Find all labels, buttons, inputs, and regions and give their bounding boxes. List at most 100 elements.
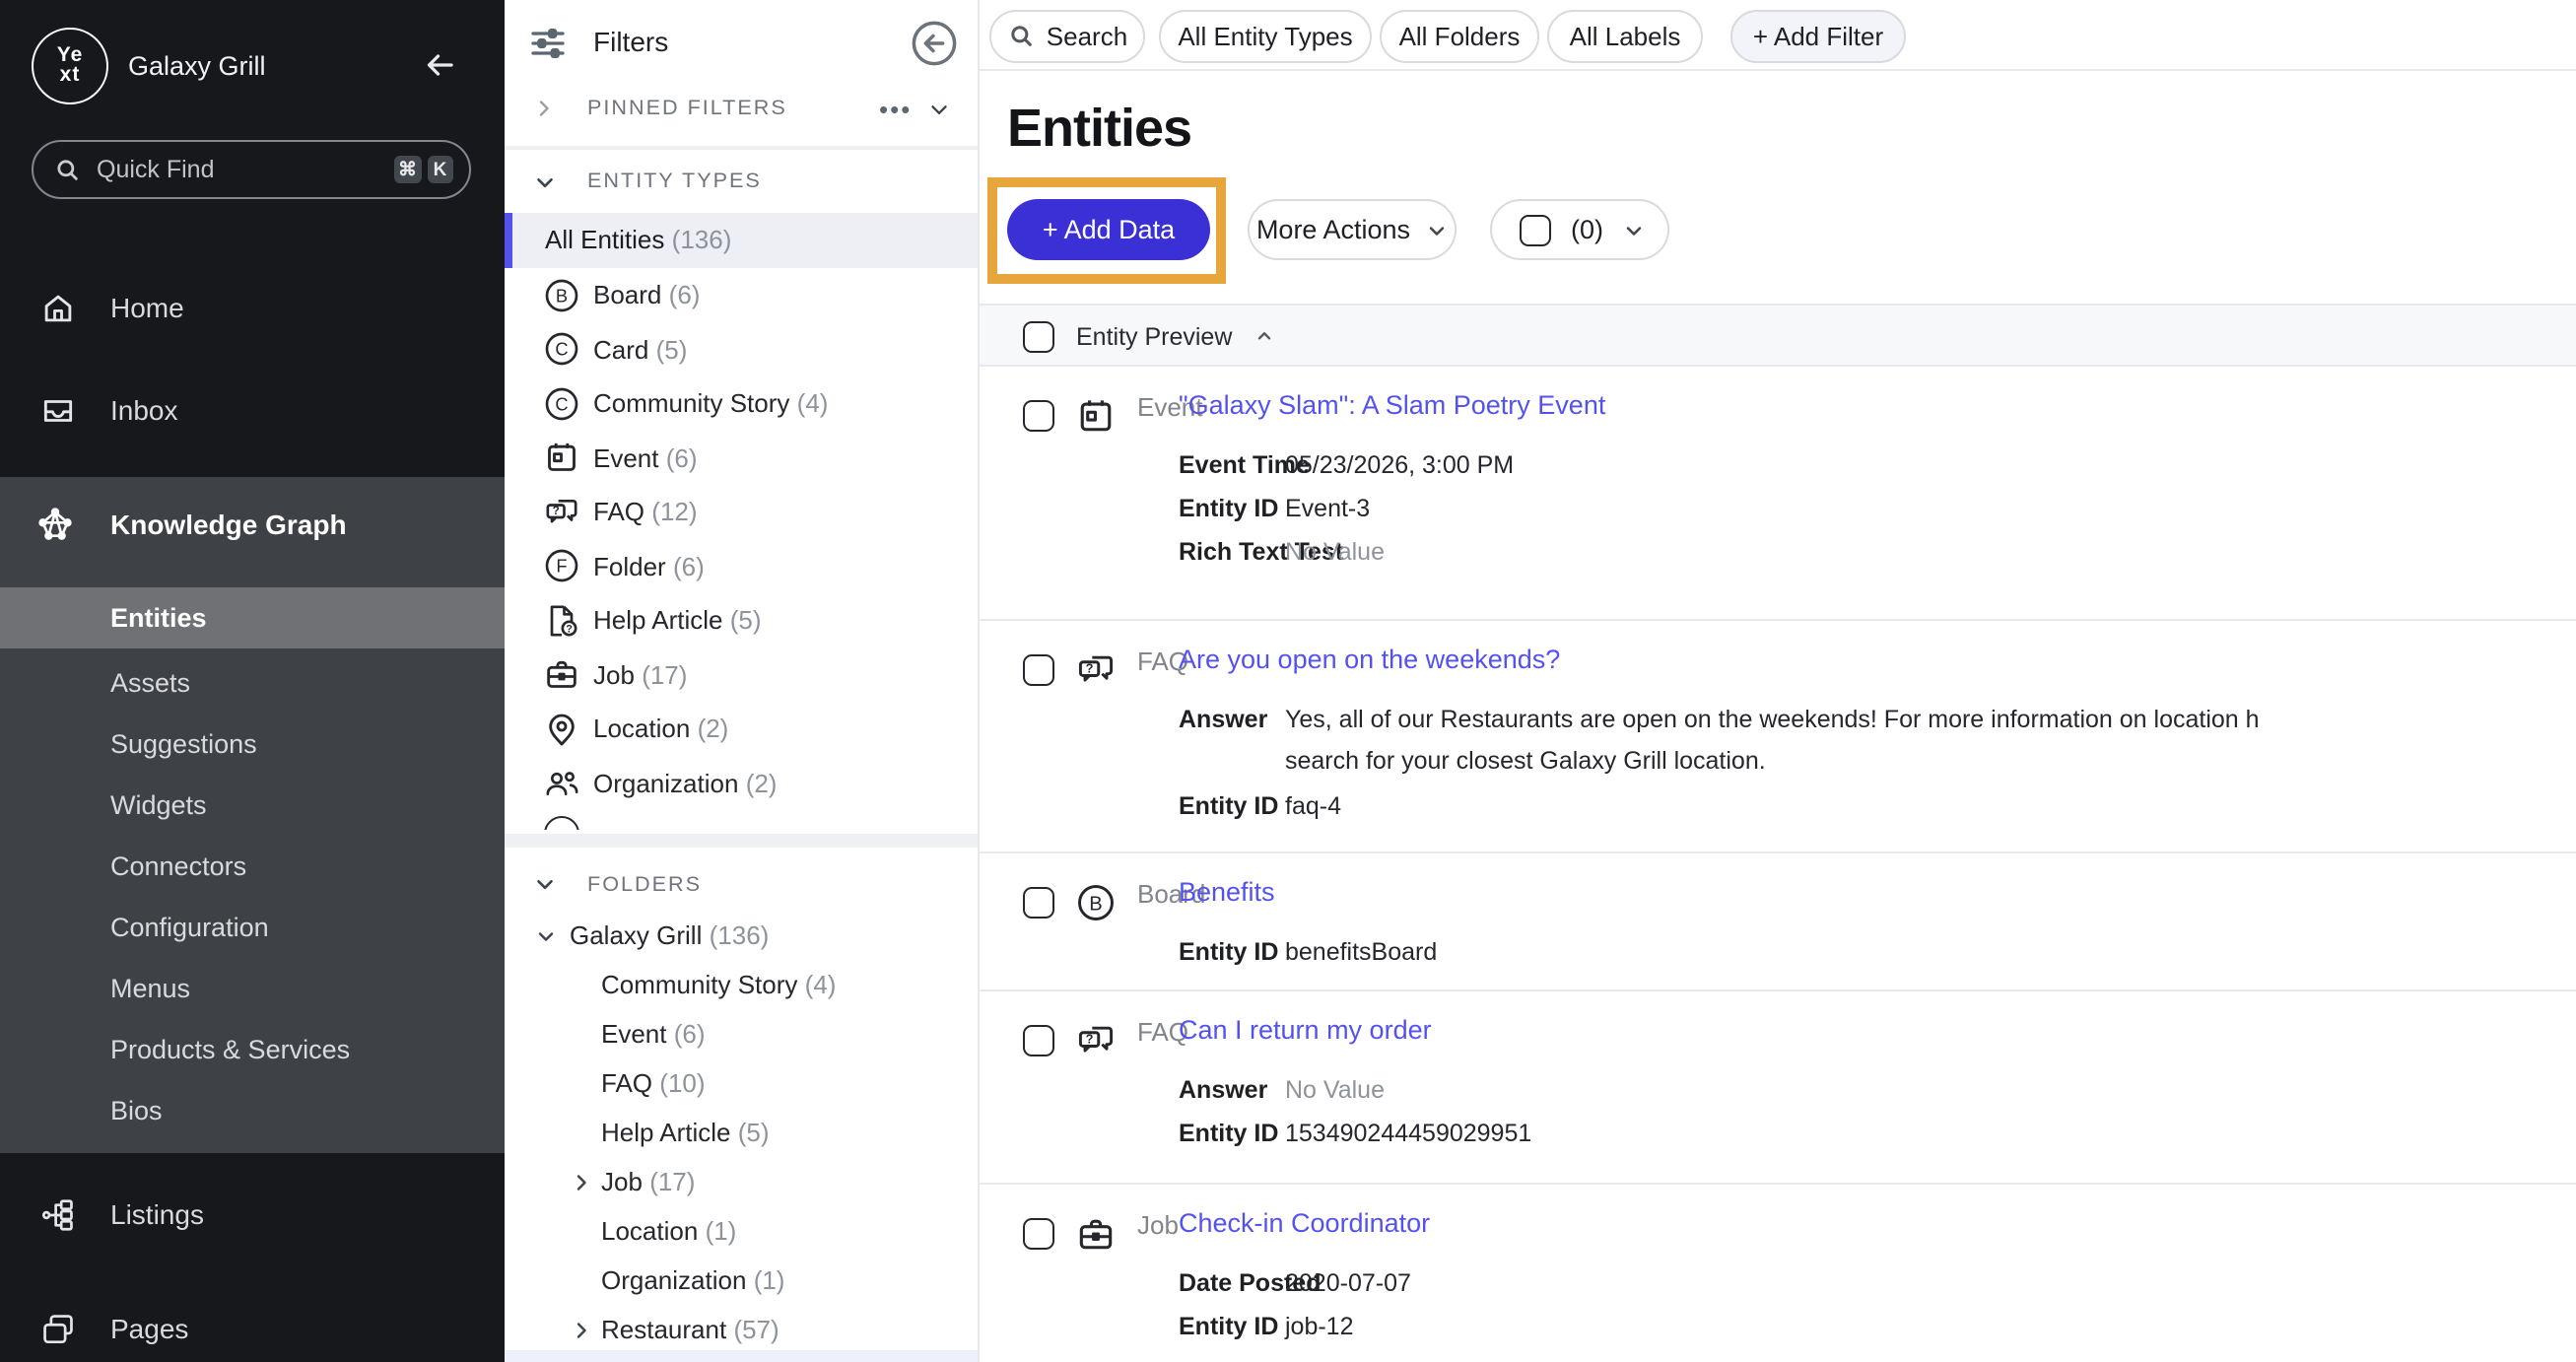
folder-help-article[interactable]: Help Article (5) xyxy=(505,1108,978,1157)
yext-logo-icon[interactable]: Ye xt xyxy=(32,28,108,104)
chevron-down-icon[interactable] xyxy=(534,923,558,947)
folder-count: (10) xyxy=(659,1068,705,1098)
sort-caret-up-icon[interactable] xyxy=(1254,325,1275,347)
filter-entity-type-location[interactable]: Location (2) xyxy=(505,702,978,756)
more-actions-button[interactable]: More Actions xyxy=(1248,199,1457,260)
quick-find[interactable]: ⌘ K xyxy=(32,140,471,199)
select-all-checkbox[interactable] xyxy=(1520,214,1551,245)
filter-label: Location xyxy=(593,714,690,743)
filters-header: Filters xyxy=(505,16,978,71)
pinned-filters-menu-icon[interactable]: ••• xyxy=(879,94,912,123)
sidebar-item-inbox[interactable]: Inbox xyxy=(0,378,505,442)
section-divider xyxy=(505,146,978,150)
entity-link[interactable]: Are you open on the weekends? xyxy=(1179,645,1560,674)
row-checkbox[interactable] xyxy=(1023,400,1054,432)
add-filter-pill[interactable]: + Add Filter xyxy=(1730,9,1906,62)
folder-faq[interactable]: FAQ (10) xyxy=(505,1058,978,1108)
entity-link[interactable]: Check-in Coordinator xyxy=(1179,1208,1430,1238)
sidebar-item-connectors[interactable]: Connectors xyxy=(0,836,505,897)
cmd-key-badge: ⌘ xyxy=(394,157,421,183)
row-checkbox[interactable] xyxy=(1023,654,1054,686)
chevron-right-icon[interactable] xyxy=(570,1318,593,1341)
sidebar-item-suggestions[interactable]: Suggestions xyxy=(0,714,505,775)
column-header-entity-preview[interactable]: Entity Preview xyxy=(1076,323,1232,351)
folder-count: (1) xyxy=(754,1265,785,1295)
all-entity-types-pill[interactable]: All Entity Types xyxy=(1159,9,1372,62)
filter-count: (6) xyxy=(673,551,705,580)
row-checkbox[interactable] xyxy=(1023,1024,1054,1056)
folders-section-header[interactable]: FOLDERS xyxy=(505,858,978,910)
folder-community-story[interactable]: Community Story (4) xyxy=(505,960,978,1009)
row-checkbox[interactable] xyxy=(1023,887,1054,919)
filter-entity-type-faq[interactable]: ? FAQ (12) xyxy=(505,485,978,539)
quick-find-input[interactable] xyxy=(97,156,388,183)
home-icon xyxy=(39,289,77,326)
sidebar-item-assets[interactable]: Assets xyxy=(0,652,505,714)
all-labels-pill[interactable]: All Labels xyxy=(1547,9,1703,62)
field-label: Entity ID xyxy=(1179,938,1278,966)
sidebar-item-entities[interactable]: Entities xyxy=(0,587,505,648)
filter-entity-type-board[interactable]: B Board (6) xyxy=(505,268,978,322)
table-row[interactable]: ? FAQ Are you open on the weekends? Answ… xyxy=(980,621,2576,853)
folder-galaxy-grill[interactable]: Galaxy Grill (136) xyxy=(505,911,978,960)
field-label: Entity ID xyxy=(1179,1119,1278,1146)
filter-entity-type-folder[interactable]: F Folder (6) xyxy=(505,539,978,593)
row-checkbox[interactable] xyxy=(1023,1218,1054,1250)
table-row[interactable]: Event "Galaxy Slam": A Slam Poetry Event… xyxy=(980,367,2576,621)
filters-icon xyxy=(528,24,568,63)
sidebar-item-knowledge-graph[interactable]: Knowledge Graph xyxy=(0,493,505,556)
table-row[interactable]: ? FAQ Can I return my order AnswerNo Val… xyxy=(980,990,2576,1185)
folder-organization[interactable]: Organization (1) xyxy=(505,1256,978,1305)
entity-link[interactable]: "Galaxy Slam": A Slam Poetry Event xyxy=(1179,390,1605,420)
folder-event[interactable]: Event (6) xyxy=(505,1009,978,1058)
header-checkbox[interactable] xyxy=(1023,320,1054,352)
field-value: benefitsBoard xyxy=(1285,938,1437,966)
filter-entity-type-community-story[interactable]: C Community Story (4) xyxy=(505,376,978,431)
pinned-filters-section[interactable]: PINNED FILTERS ••• xyxy=(505,83,978,134)
sidebar-item-menus[interactable]: Menus xyxy=(0,958,505,1019)
entity-link[interactable]: Benefits xyxy=(1179,877,1275,907)
chevron-right-icon[interactable] xyxy=(570,1170,593,1193)
folder-restaurant[interactable]: Restaurant (57) xyxy=(505,1305,978,1354)
entity-types-section-header[interactable]: ENTITY TYPES xyxy=(505,156,978,207)
folder-job[interactable]: Job (17) xyxy=(505,1157,978,1206)
filter-topbar: Search All Entity Types All Folders All … xyxy=(980,0,2576,70)
filter-entity-type-job[interactable]: Job (17) xyxy=(505,647,978,702)
chevron-down-icon[interactable] xyxy=(926,96,952,121)
selection-count-button[interactable]: (0) xyxy=(1490,199,1669,260)
sidebar-item-configuration[interactable]: Configuration xyxy=(0,897,505,958)
sidebar-item-label: Knowledge Graph xyxy=(110,509,347,540)
all-folders-pill[interactable]: All Folders xyxy=(1380,9,1539,62)
sidebar-item-products-services[interactable]: Products & Services xyxy=(0,1019,505,1080)
sidebar-item-pages[interactable]: Pages xyxy=(0,1297,505,1360)
filter-entity-type-card[interactable]: C Card (5) xyxy=(505,322,978,376)
job-icon xyxy=(542,654,581,694)
sidebar-item-listings[interactable]: Listings xyxy=(0,1183,505,1246)
partially-visible-entity-type-icon xyxy=(542,812,581,830)
sidebar-item-home[interactable]: Home xyxy=(0,276,505,339)
search-pill[interactable]: Search xyxy=(989,9,1145,62)
filter-entity-type-organization[interactable]: Organization (2) xyxy=(505,756,978,810)
sidebar-item-bios[interactable]: Bios xyxy=(0,1080,505,1141)
entity-link[interactable]: Can I return my order xyxy=(1179,1014,1432,1044)
table-row[interactable]: B Board Benefits Entity IDbenefitsBoard xyxy=(980,853,2576,990)
collapse-filters-button[interactable] xyxy=(909,18,960,69)
search-icon xyxy=(1007,22,1035,49)
collapse-sidebar-button[interactable] xyxy=(422,47,457,83)
folder-location[interactable]: Location (1) xyxy=(505,1206,978,1256)
field-label: Entity ID xyxy=(1179,1313,1278,1340)
page-title: Entities xyxy=(1007,99,1191,160)
filter-entity-type-help-article[interactable]: ? Help Article (5) xyxy=(505,593,978,647)
filter-all-entities[interactable]: All Entities (136) xyxy=(505,213,978,267)
filter-count: (12) xyxy=(651,497,697,526)
field-value: 05/23/2026, 3:00 PM xyxy=(1285,451,1514,479)
inbox-icon xyxy=(39,391,77,429)
table-row[interactable]: Job Check-in Coordinator Date Posted2020… xyxy=(980,1185,2576,1362)
partially-visible-folder-row xyxy=(505,1350,978,1362)
knowledge-graph-icon xyxy=(35,505,75,544)
sidebar-item-widgets[interactable]: Widgets xyxy=(0,775,505,836)
table-header: Entity Preview xyxy=(980,304,2576,367)
add-data-button[interactable]: + Add Data xyxy=(1007,199,1210,260)
filter-entity-type-event[interactable]: Event (6) xyxy=(505,431,978,485)
svg-text:C: C xyxy=(555,339,568,360)
